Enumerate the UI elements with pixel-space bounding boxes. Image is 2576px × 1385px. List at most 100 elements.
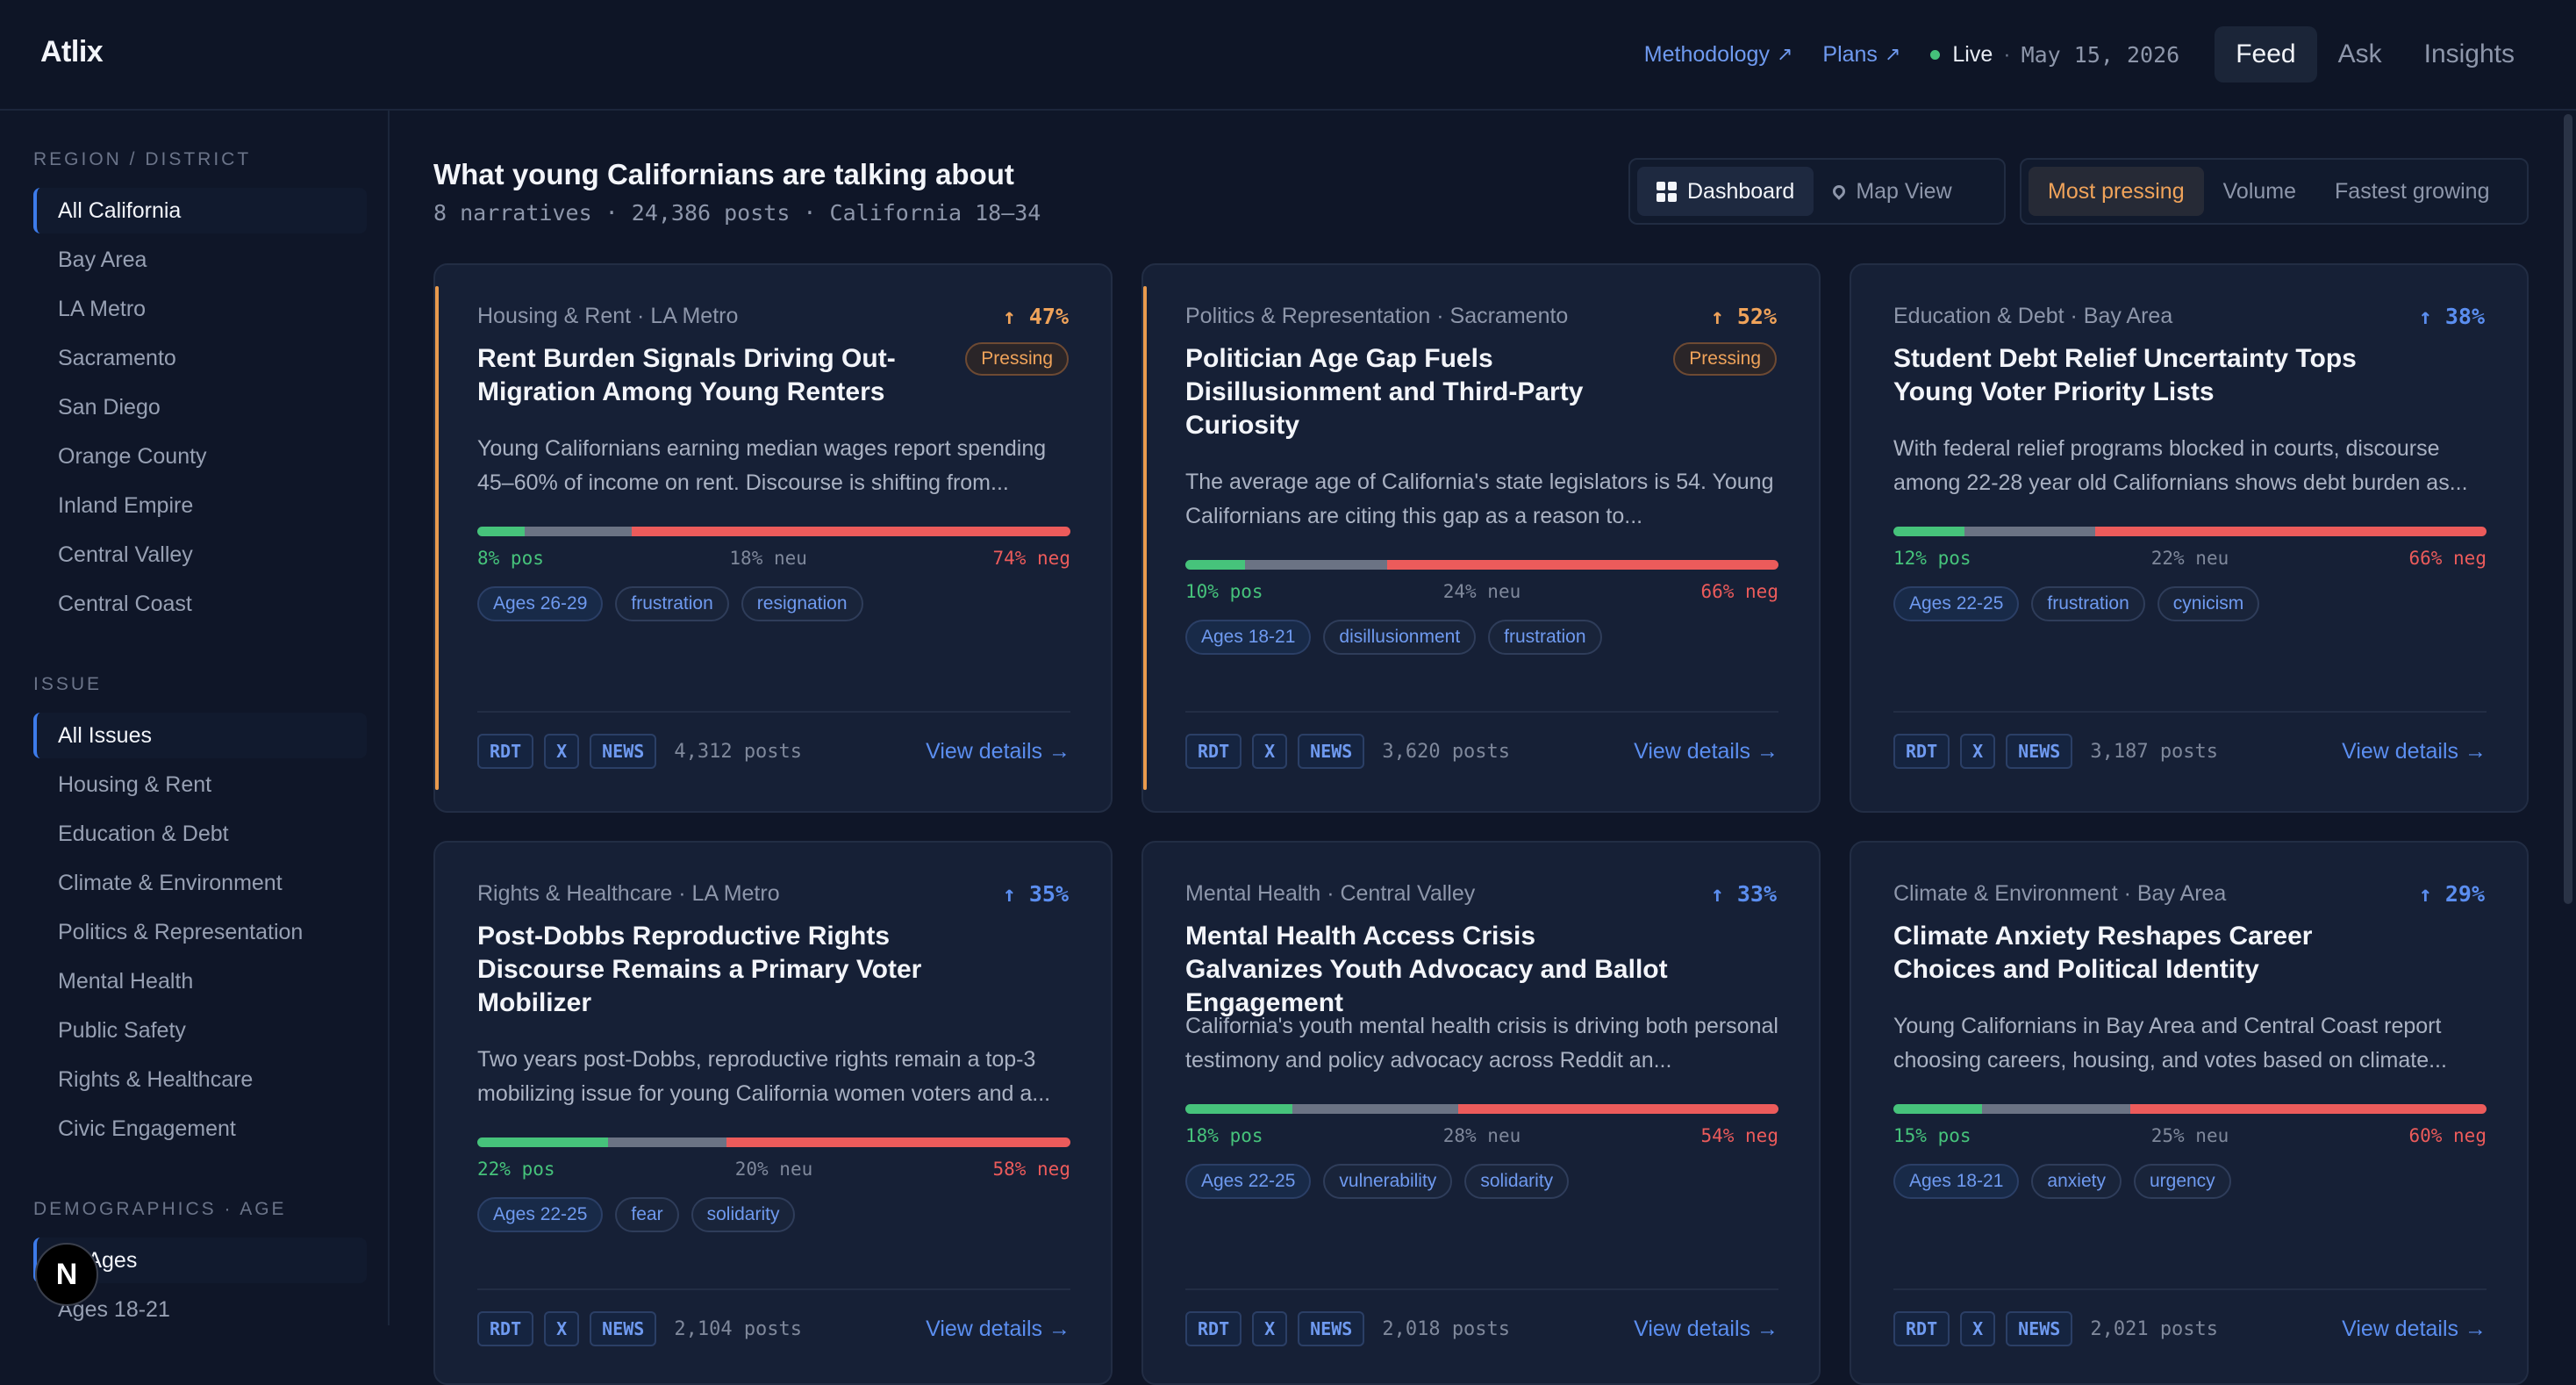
sentiment-negative-segment	[2094, 527, 2487, 536]
narrative-card[interactable]: Rights & Healthcare · LA Metro ↑ 35% Post-…	[433, 841, 1113, 1385]
emotion-tag[interactable]: frustration	[2031, 586, 2145, 621]
external-link-icon: ↗	[1776, 43, 1793, 65]
age-tag[interactable]: Ages 22-25	[1893, 586, 2020, 621]
sidebar-item-politics-representation[interactable]: Politics & Representation	[33, 909, 367, 955]
sidebar-item-san-diego[interactable]: San Diego	[33, 384, 367, 430]
source-badge: NEWS	[2006, 734, 2073, 769]
age-tag[interactable]: Ages 22-25	[477, 1197, 604, 1232]
view-toggle: Dashboard Map View	[1628, 158, 2006, 225]
sentiment-neutral-segment	[1964, 527, 2095, 536]
sidebar-item-all-california[interactable]: All California	[33, 188, 367, 233]
tab-ask[interactable]: Ask	[2317, 26, 2403, 83]
view-details-link[interactable]: View details →	[1634, 739, 1778, 764]
age-tag[interactable]: Ages 22-25	[1185, 1164, 1312, 1199]
sort-volume[interactable]: Volume	[2204, 167, 2315, 216]
age-tag[interactable]: Ages 18-21	[1893, 1164, 2020, 1199]
age-tag[interactable]: Ages 18-21	[1185, 620, 1312, 655]
sidebar-item-public-safety[interactable]: Public Safety	[33, 1008, 367, 1053]
sidebar-item-orange-county[interactable]: Orange County	[33, 434, 367, 479]
narrative-card[interactable]: Politics & Representation · Sacramento ↑ …	[1141, 263, 1821, 813]
source-badge: RDT	[1893, 734, 1950, 769]
sidebar-item-sacramento[interactable]: Sacramento	[33, 335, 367, 381]
emotion-tag[interactable]: vulnerability	[1323, 1164, 1453, 1199]
emotion-tag[interactable]: cynicism	[2157, 586, 2260, 621]
sidebar-item-all-issues[interactable]: All Issues	[33, 713, 367, 758]
sidebar-item-la-metro[interactable]: LA Metro	[33, 286, 367, 332]
live-label: Live	[1952, 41, 1993, 67]
sidebar-item-bay-area[interactable]: Bay Area	[33, 237, 367, 283]
dashboard-view-button[interactable]: Dashboard	[1637, 167, 1814, 216]
sentiment-bar	[477, 527, 1070, 536]
map-pin-icon	[1830, 183, 1849, 200]
post-count: 2,104 posts	[674, 1317, 803, 1340]
sidebar-item-central-coast[interactable]: Central Coast	[33, 581, 367, 627]
emotion-tag[interactable]: frustration	[1488, 620, 1602, 655]
card-description: Two years post-Dobbs, reproductive right…	[477, 1047, 1051, 1106]
emotion-tag[interactable]: anxiety	[2031, 1164, 2122, 1199]
scrollbar[interactable]	[2564, 114, 2572, 904]
sentiment-positive-segment	[1185, 560, 1245, 570]
sidebar-item-civic-engagement[interactable]: Civic Engagement	[33, 1106, 367, 1152]
sidebar-item-central-valley[interactable]: Central Valley	[33, 532, 367, 578]
card-title[interactable]: Rent Burden Signals Driving Out-Migratio…	[477, 342, 969, 409]
sort-fastest-growing[interactable]: Fastest growing	[2315, 167, 2508, 216]
age-tag[interactable]: Ages 26-29	[477, 586, 604, 621]
positive-percent: 15% pos	[1893, 1125, 1971, 1146]
sidebar-item-climate-environment[interactable]: Climate & Environment	[33, 860, 367, 906]
emotion-tag[interactable]: resignation	[741, 586, 863, 621]
emotion-tag[interactable]: urgency	[2133, 1164, 2231, 1199]
narrative-card[interactable]: Education & Debt · Bay Area ↑ 38% Student …	[1850, 263, 2529, 813]
view-details-link[interactable]: View details →	[926, 1317, 1070, 1342]
view-details-link[interactable]: View details →	[2342, 739, 2487, 764]
methodology-link[interactable]: Methodology ↗	[1644, 42, 1793, 68]
card-description: California's youth mental health crisis …	[1185, 1014, 1778, 1073]
narrative-card[interactable]: Climate & Environment · Bay Area ↑ 29% Cli…	[1850, 841, 2529, 1385]
source-badge: X	[1960, 1311, 1996, 1346]
brand-logo[interactable]: Atlix	[40, 35, 104, 69]
sidebar-item-inland-empire[interactable]: Inland Empire	[33, 483, 367, 528]
card-title[interactable]: Post-Dobbs Reproductive Rights Discourse…	[477, 920, 969, 1020]
emotion-tag[interactable]: solidarity	[691, 1197, 796, 1232]
sidebar-item-mental-health[interactable]: Mental Health	[33, 958, 367, 1004]
tab-insights[interactable]: Insights	[2403, 26, 2536, 83]
trend-indicator: ↑ 52%	[1710, 304, 1777, 329]
map-view-button[interactable]: Map View	[1814, 167, 1971, 216]
emotion-tag[interactable]: frustration	[615, 586, 729, 621]
card-title[interactable]: Student Debt Relief Uncertainty Tops You…	[1893, 342, 2385, 409]
view-details-link[interactable]: View details →	[2342, 1317, 2487, 1342]
sentiment-positive-segment	[477, 527, 526, 536]
sidebar-item-housing-rent[interactable]: Housing & Rent	[33, 762, 367, 807]
grid-icon	[1657, 181, 1677, 202]
tab-feed[interactable]: Feed	[2215, 26, 2317, 83]
card-divider	[1893, 711, 2487, 713]
view-details-link[interactable]: View details →	[1634, 1317, 1778, 1342]
plans-link[interactable]: Plans ↗	[1822, 42, 1900, 68]
card-title[interactable]: Climate Anxiety Reshapes Career Choices …	[1893, 920, 2385, 987]
emotion-tag[interactable]: solidarity	[1464, 1164, 1570, 1199]
sidebar-item-education-debt[interactable]: Education & Debt	[33, 811, 367, 857]
neutral-percent: 22% neu	[2150, 548, 2229, 569]
sort-most-pressing[interactable]: Most pressing	[2029, 167, 2204, 216]
card-description: Young Californians in Bay Area and Centr…	[1893, 1014, 2447, 1073]
card-footer: RDT X NEWS 3,620 posts View details →	[1185, 732, 1778, 771]
source-badge: X	[1960, 734, 1996, 769]
sentiment-neutral-segment	[525, 527, 632, 536]
floating-assistant-button[interactable]: N	[35, 1243, 98, 1306]
sentiment-positive-segment	[477, 1137, 608, 1147]
card-title[interactable]: Politician Age Gap Fuels Disillusionment…	[1185, 342, 1677, 442]
sidebar-item-rights-healthcare[interactable]: Rights & Healthcare	[33, 1057, 367, 1102]
negative-percent: 66% neg	[2408, 548, 2487, 569]
sentiment-bar	[1893, 1104, 2487, 1114]
sentiment-neutral-segment	[607, 1137, 726, 1147]
narrative-card[interactable]: Housing & Rent · LA Metro ↑ 47% Pressing Re…	[433, 263, 1113, 813]
card-divider	[477, 711, 1070, 713]
card-footer: RDT X NEWS 2,104 posts View details →	[477, 1310, 1070, 1348]
view-details-link[interactable]: View details →	[926, 739, 1070, 764]
emotion-tag[interactable]: disillusionment	[1323, 620, 1477, 655]
negative-percent: 54% neg	[1700, 1125, 1778, 1146]
emotion-tag[interactable]: fear	[615, 1197, 679, 1232]
pressing-badge: Pressing	[1673, 342, 1777, 376]
card-description: Young Californians earning median wages …	[477, 436, 1047, 495]
narrative-card[interactable]: Mental Health · Central Valley ↑ 33% Menta…	[1141, 841, 1821, 1385]
card-title[interactable]: Mental Health Access Crisis Galvanizes Y…	[1185, 920, 1677, 1020]
